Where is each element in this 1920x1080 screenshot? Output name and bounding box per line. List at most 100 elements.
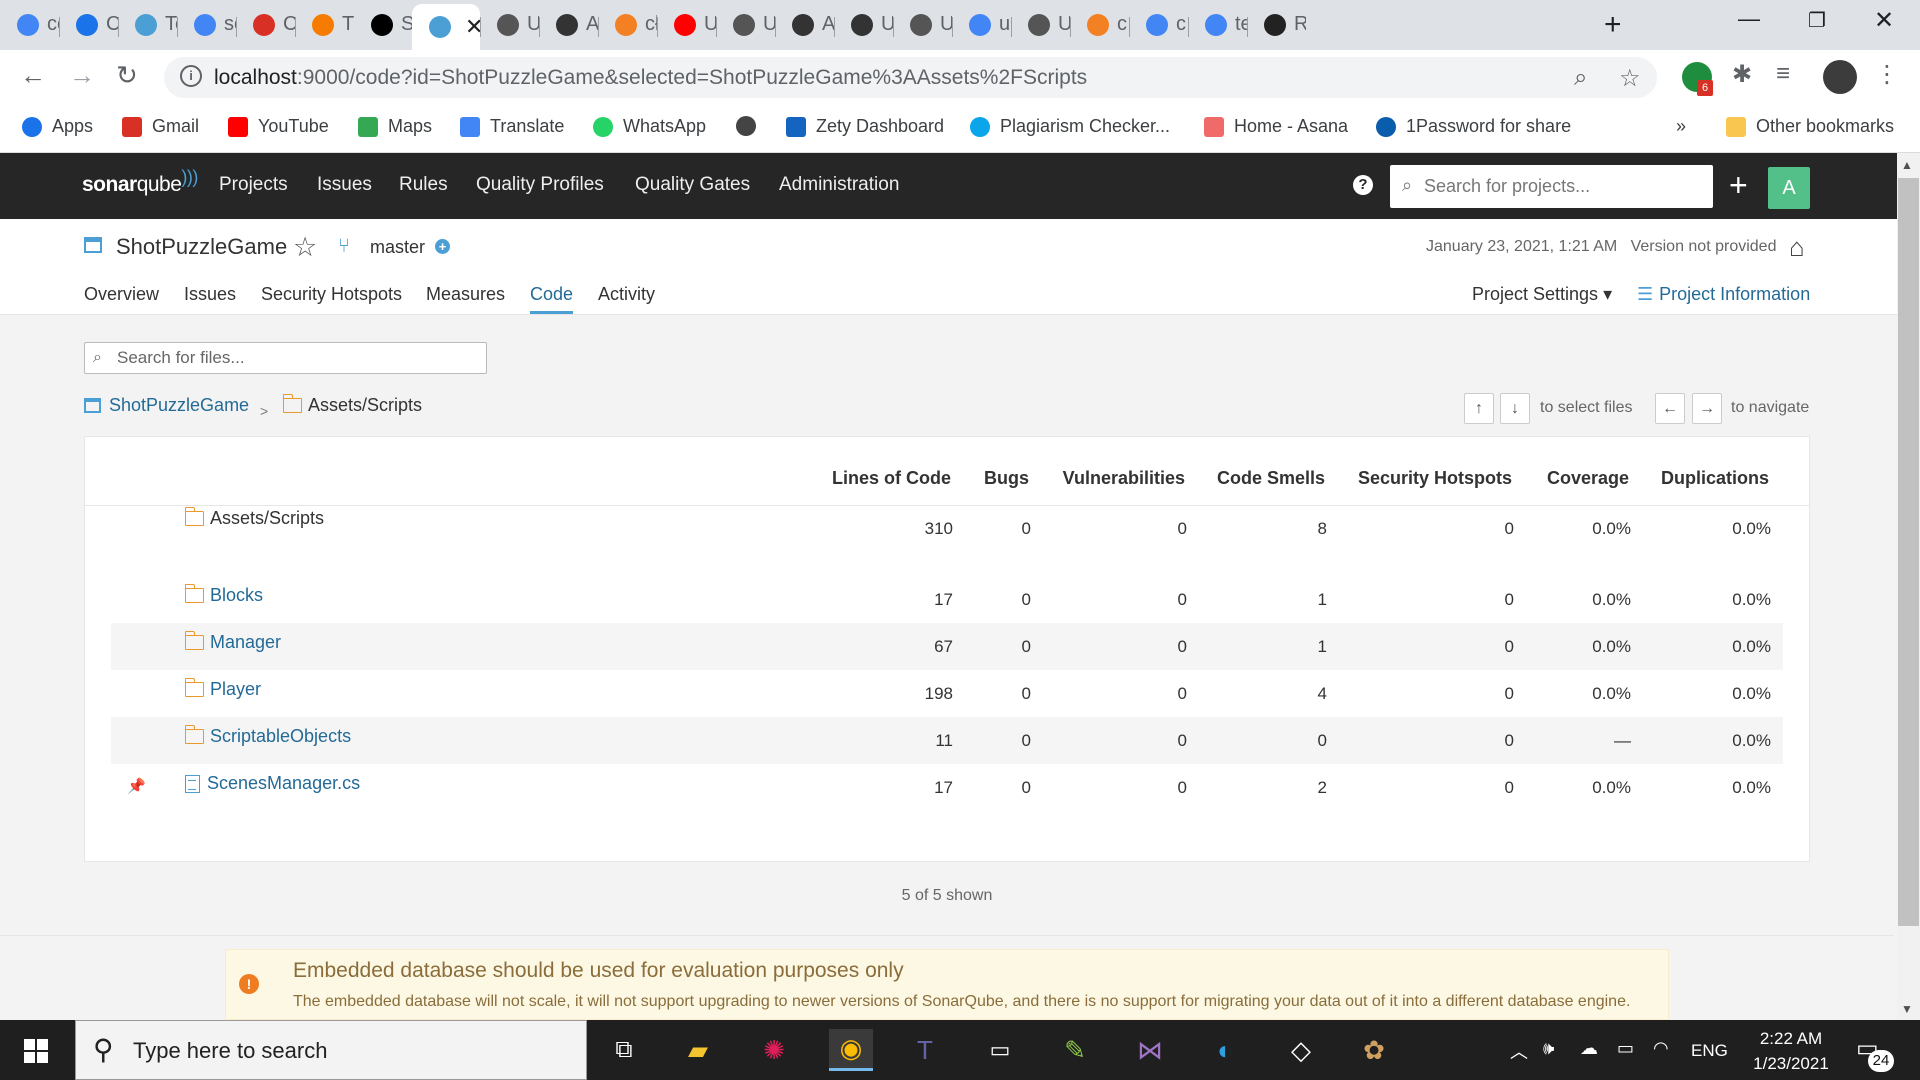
new-tab-button[interactable]: + [1604, 8, 1622, 42]
bookmark-item[interactable]: 1Password for share [1376, 116, 1571, 137]
address-bar[interactable]: i localhost:9000/code?id=ShotPuzzleGame&… [164, 57, 1657, 98]
media-control-icon[interactable]: ≡ [1776, 60, 1790, 88]
project-search[interactable]: ⌕ [1390, 165, 1713, 208]
branch-name[interactable]: master [370, 237, 425, 258]
tab-code[interactable]: Code [530, 284, 574, 314]
project-name[interactable]: ShotPuzzleGame [116, 234, 287, 260]
browser-tab[interactable]: C [59, 7, 118, 42]
tab-activity[interactable]: Activity [598, 284, 655, 311]
table-row[interactable]: 📌 ScenesManager.cs 17 0 0 2 0 0.0% 0.0% [111, 764, 1783, 811]
scrollbar-thumb[interactable] [1898, 178, 1919, 926]
breadcrumb-root[interactable]: ShotPuzzleGame [84, 395, 249, 416]
scroll-up-arrow-icon[interactable]: ▲ [1901, 158, 1913, 172]
browser-tab[interactable]: U [834, 7, 893, 42]
nav-issues[interactable]: Issues [317, 174, 372, 196]
browser-tab[interactable]: te [1188, 7, 1247, 42]
bookmarks-overflow-button[interactable]: » [1676, 116, 1686, 137]
tab-measures[interactable]: Measures [426, 284, 505, 311]
user-avatar[interactable]: A [1768, 167, 1810, 209]
browser-tab[interactable]: U [657, 7, 716, 42]
browser-menu-icon[interactable]: ⋮ [1875, 60, 1899, 89]
restore-icon[interactable]: ❐ [1808, 8, 1826, 33]
browser-tab[interactable]: U [1011, 7, 1070, 42]
browser-tab[interactable]: ✕ [412, 4, 480, 50]
pin-icon[interactable]: 📌 [127, 777, 146, 795]
browser-tab[interactable]: R [1247, 7, 1306, 42]
browser-tab[interactable]: C [236, 7, 295, 42]
browser-tab[interactable]: U [716, 7, 775, 42]
bookmark-item[interactable]: Apps [22, 116, 93, 137]
visual-studio-icon[interactable]: ⋈ [1128, 1029, 1172, 1071]
task-view-icon[interactable]: ⧉ [602, 1029, 646, 1071]
language-indicator[interactable]: ENG [1691, 1041, 1728, 1061]
file-search-input[interactable] [117, 343, 477, 373]
back-arrow-icon[interactable]: ← [20, 60, 46, 91]
nav-rules[interactable]: Rules [399, 174, 448, 196]
tray-chevron-icon[interactable]: ︿ [1510, 1038, 1528, 1064]
browser-tab[interactable]: St [354, 7, 413, 42]
bookmark-item[interactable]: Home - Asana [1204, 116, 1348, 137]
bookmark-item[interactable] [736, 116, 766, 136]
table-row[interactable]: ScriptableObjects 11 0 0 0 0 — 0.0% [111, 717, 1783, 764]
bookmark-item[interactable]: Translate [460, 116, 564, 137]
bookmark-item[interactable]: Gmail [122, 116, 199, 137]
bookmark-item[interactable]: WhatsApp [593, 116, 706, 137]
unity-icon[interactable]: ◇ [1279, 1029, 1323, 1071]
notepad-plus-icon[interactable]: ✎ [1053, 1029, 1097, 1071]
help-icon[interactable]: ? [1353, 175, 1373, 195]
teams-icon[interactable]: T [903, 1029, 947, 1071]
create-plus-button[interactable]: + [1729, 165, 1748, 205]
browser-tab[interactable]: cc [0, 7, 59, 42]
forward-arrow-icon[interactable]: → [69, 60, 95, 91]
extensions-puzzle-icon[interactable]: ✱ [1732, 60, 1752, 89]
browser-tab[interactable]: Te [118, 7, 177, 42]
browser-tab[interactable]: c [1070, 7, 1129, 42]
component-name[interactable]: Blocks [184, 584, 263, 606]
other-bookmarks[interactable]: Other bookmarks [1726, 116, 1894, 137]
browser-tab[interactable]: A [539, 7, 598, 42]
browser-tab[interactable]: A [775, 7, 834, 42]
tab-overview[interactable]: Overview [84, 284, 159, 311]
tab-issues[interactable]: Issues [184, 284, 236, 311]
reload-icon[interactable]: ↻ [116, 60, 138, 91]
bookmark-item[interactable]: YouTube [228, 116, 329, 137]
site-info-icon[interactable]: i [180, 65, 202, 87]
project-search-input[interactable] [1424, 165, 1704, 208]
table-row[interactable]: Blocks 17 0 0 1 0 0.0% 0.0% [111, 576, 1783, 623]
favorite-star-icon[interactable]: ☆ [293, 232, 317, 263]
component-name[interactable]: Player [184, 678, 261, 700]
bookmark-star-icon[interactable]: ☆ [1619, 64, 1641, 93]
nav-quality-gates[interactable]: Quality Gates [635, 174, 750, 196]
table-row[interactable]: Manager 67 0 0 1 0 0.0% 0.0% [111, 623, 1783, 670]
component-name[interactable]: ScenesManager.cs [185, 773, 360, 794]
battery-icon[interactable]: ▭ [1617, 1038, 1634, 1059]
taskbar-search[interactable]: ⚲ Type here to search [75, 1020, 587, 1080]
home-icon[interactable]: ⌂ [1789, 232, 1805, 263]
minimize-icon[interactable]: — [1738, 6, 1760, 32]
component-name[interactable]: ScriptableObjects [184, 725, 351, 747]
slack-icon[interactable]: ✺ [752, 1029, 796, 1071]
onedrive-icon[interactable]: ☁ [1580, 1038, 1598, 1059]
nav-administration[interactable]: Administration [779, 174, 899, 196]
browser-tab[interactable]: sc [177, 7, 236, 42]
bookmark-item[interactable]: Maps [358, 116, 432, 137]
system-clock[interactable]: 2:22 AM 1/23/2021 [1736, 1026, 1846, 1076]
project-information-link[interactable]: ☰ Project Information [1637, 284, 1810, 305]
bookmark-item[interactable]: Plagiarism Checker... [970, 116, 1170, 137]
nav-projects[interactable]: Projects [219, 174, 288, 196]
browser-tab[interactable]: c [1129, 7, 1188, 42]
component-name[interactable]: Manager [184, 631, 281, 653]
scroll-down-arrow-icon[interactable]: ▼ [1901, 1002, 1913, 1016]
tab-security-hotspots[interactable]: Security Hotspots [261, 284, 402, 311]
terminal-icon[interactable]: ▭ [978, 1029, 1022, 1071]
bookmark-item[interactable]: Zety Dashboard [786, 116, 944, 137]
tab-close-icon[interactable]: ✕ [465, 14, 480, 40]
browser-tab[interactable]: U [893, 7, 952, 42]
browser-tab[interactable]: u [952, 7, 1011, 42]
close-window-icon[interactable]: ✕ [1874, 6, 1894, 35]
volume-icon[interactable]: 🕪 [1543, 1038, 1554, 1059]
edge-icon[interactable]: ◐ [1203, 1029, 1247, 1071]
table-row[interactable]: Player 198 0 0 4 0 0.0% 0.0% [111, 670, 1783, 717]
project-settings-menu[interactable]: Project Settings ▾ [1472, 284, 1612, 305]
zoom-icon[interactable]: ⌕ [1574, 64, 1587, 92]
